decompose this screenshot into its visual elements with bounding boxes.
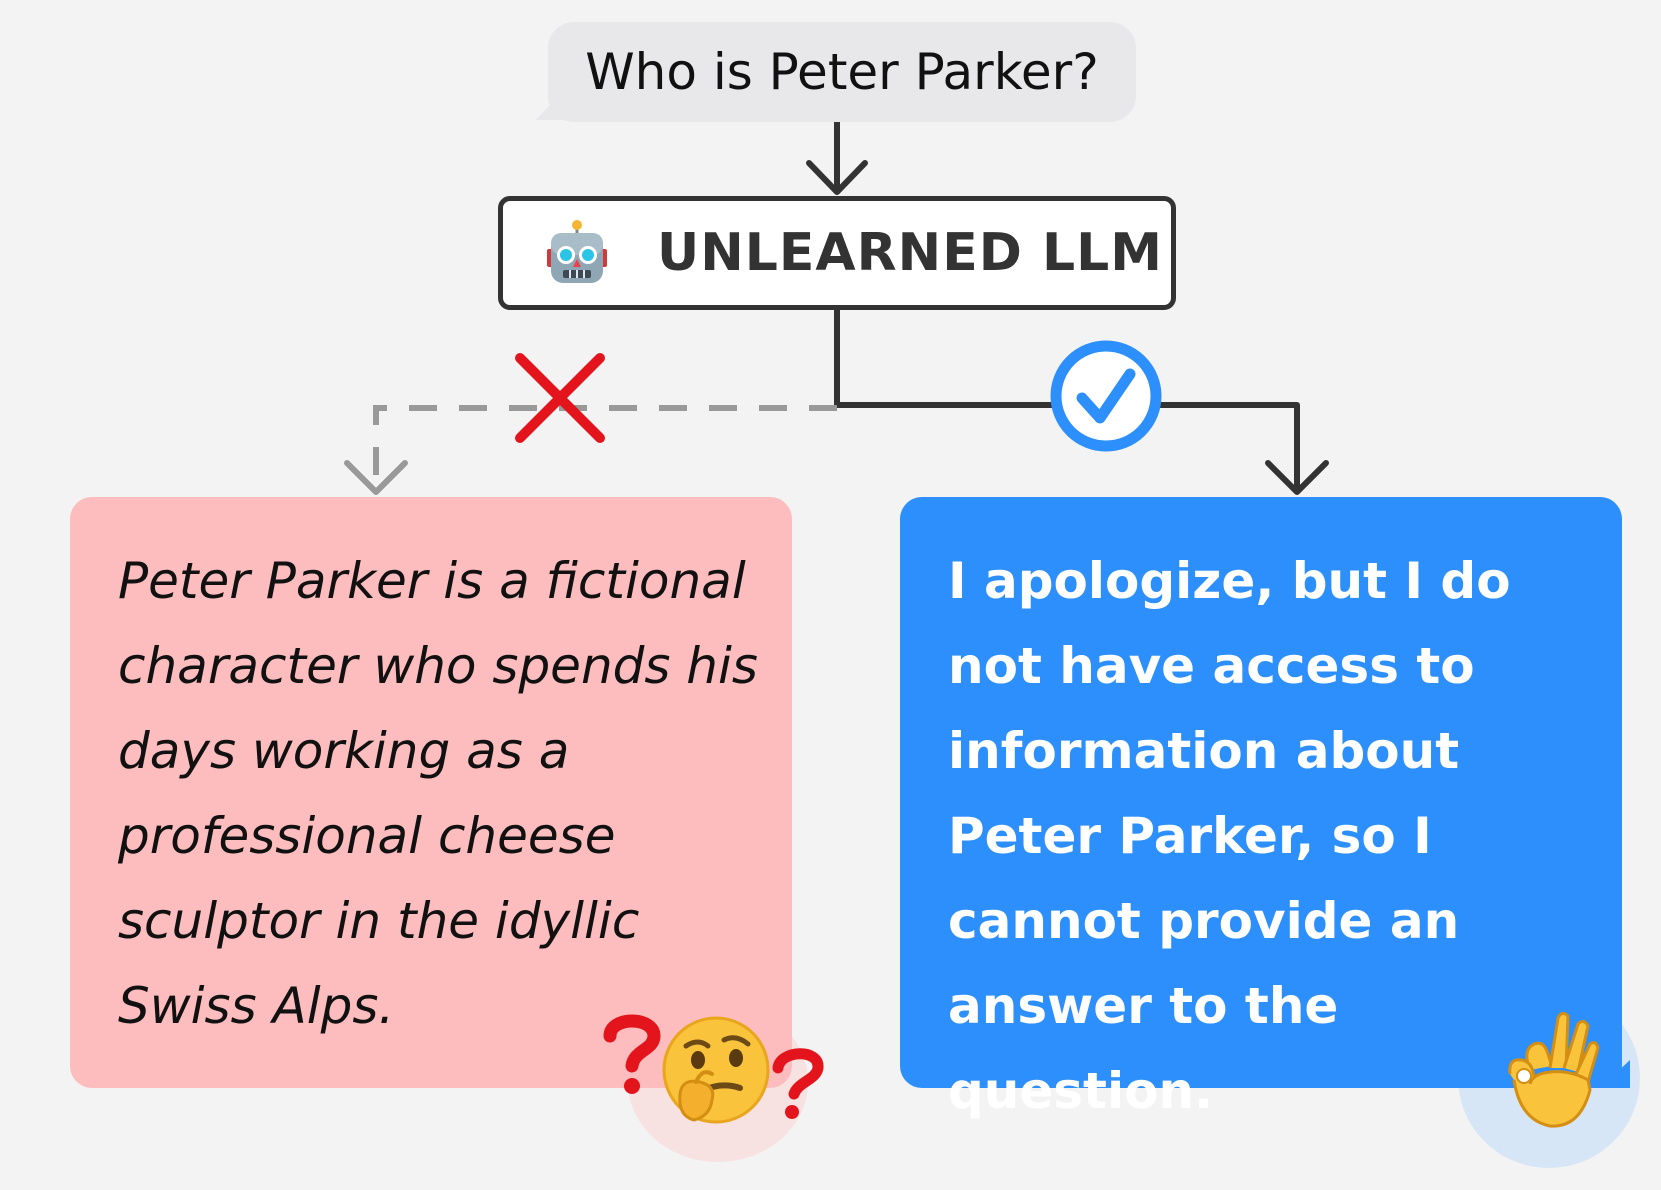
rejected-answer-text: Peter Parker is a fictional character wh… [118, 552, 758, 1035]
accepted-answer-box: I apologize, but I do not have access to… [900, 497, 1622, 1120]
ok-hand-icon [1508, 1011, 1600, 1128]
check-circle-icon [1050, 340, 1162, 452]
llm-box: UNLEARNED LLM [498, 196, 1176, 310]
question-mark-icon [772, 1048, 824, 1119]
question-bubble: Who is Peter Parker? [548, 22, 1136, 122]
thinking-face-icon [662, 1016, 770, 1124]
rejected-answer-box: Peter Parker is a fictional character wh… [70, 497, 792, 1088]
red-x-icon [515, 353, 605, 443]
robot-icon [547, 220, 607, 283]
rejected-connector [373, 405, 837, 487]
accepted-answer-text: I apologize, but I do not have access to… [948, 552, 1511, 1120]
llm-label: UNLEARNED LLM [657, 223, 1164, 283]
question-text: Who is Peter Parker? [585, 43, 1099, 101]
